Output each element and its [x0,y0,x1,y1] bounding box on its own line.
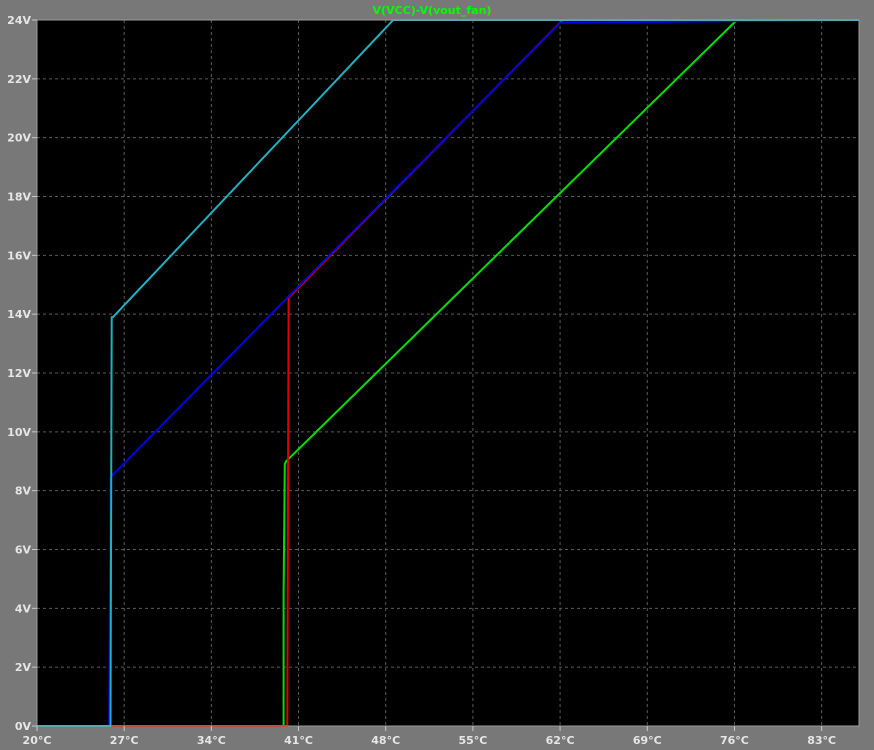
x-tick-label: 27°C [110,734,139,747]
x-tick-label: 76°C [720,734,749,747]
y-tick-label: 2V [15,661,32,674]
x-tick-label: 20°C [23,734,52,747]
plot-window: 0V 2V 4V 6V 8V 10V 12V 14V 16V 18V 20V 22V 24V 20°C 2… [0,0,874,750]
y-tick-label: 22V [7,73,31,86]
y-axis: 0V 2V 4V 6V 8V 10V 12V 14V 16V 18V 20V 22V 24V [7,14,37,733]
y-tick-label: 8V [15,485,32,498]
y-tick-label: 10V [7,426,31,439]
y-tick-label: 24V [7,14,31,27]
x-tick-label: 48°C [371,734,400,747]
x-tick-label: 41°C [284,734,313,747]
line-chart: 0V2V4V6V8V10V12V14V16V18V20V22V24V 20°C 2… [7,4,860,747]
y-tick-label: 12V [7,367,31,380]
y-tick-label: 18V [7,191,31,204]
x-tick-label: 83°C [807,734,836,747]
x-tick-label: 34°C [197,734,226,747]
y-tick-label: 20V [7,132,31,145]
y-tick-label: 4V [15,602,32,615]
x-tick-label: 55°C [458,734,487,747]
y-tick-label: 14V [7,308,31,321]
x-axis: 20°C 27°C 34°C 41°C 48°C 55°C 62°C 69°C 76°C 83°C [23,726,836,747]
y-tick-label: 0V [15,720,32,733]
y-tick-label: 6V [15,544,32,557]
x-tick-label: 62°C [546,734,575,747]
y-tick-label: 16V [7,249,31,262]
trace-title[interactable]: V(VCC)-V(vout_fan) [373,4,492,17]
x-tick-label: 69°C [633,734,662,747]
